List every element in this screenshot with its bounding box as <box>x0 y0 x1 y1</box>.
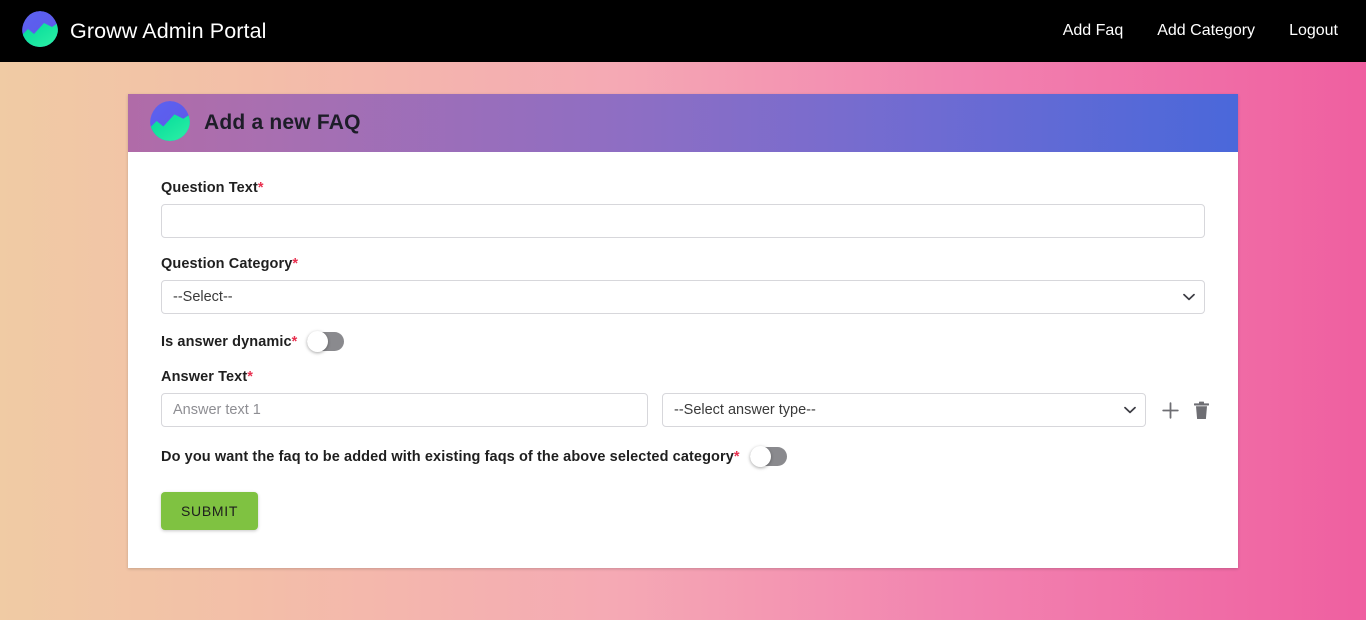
answer-text-label-text: Answer Text <box>161 369 248 385</box>
toggle-knob <box>749 446 771 467</box>
field-answer-text: Answer Text* <box>161 369 1205 385</box>
required-asterisk: * <box>291 333 298 350</box>
toggle-knob <box>307 331 329 352</box>
answer-text-label: Answer Text* <box>161 369 1205 385</box>
required-asterisk: * <box>247 369 253 385</box>
nav-link-add-category[interactable]: Add Category <box>1157 22 1255 40</box>
groww-logo-icon <box>150 100 190 146</box>
faq-form: Question Text* Question Category* --Sele… <box>128 152 1238 568</box>
answer-text-input[interactable] <box>161 393 648 427</box>
answer-type-cell: --Select answer type-- <box>662 393 1146 427</box>
add-with-existing-label: Do you want the faq to be added with exi… <box>161 449 740 465</box>
question-text-label: Question Text* <box>161 180 1205 196</box>
add-with-existing-toggle[interactable] <box>749 446 787 467</box>
plus-icon[interactable] <box>1155 395 1185 425</box>
field-question-category: Question Category* --Select-- <box>161 256 1205 314</box>
add-with-existing-label-text: Do you want the faq to be added with exi… <box>161 448 734 465</box>
answer-text-cell <box>161 393 648 427</box>
navbar-links: Add Faq Add Category Logout <box>1063 22 1338 40</box>
groww-logo-icon <box>22 10 58 52</box>
field-add-with-existing: Do you want the faq to be added with exi… <box>161 446 1205 467</box>
brand[interactable]: Groww Admin Portal <box>22 10 267 52</box>
top-navbar: Groww Admin Portal Add Faq Add Category … <box>0 0 1366 62</box>
field-is-answer-dynamic: Is answer dynamic* <box>161 331 1205 352</box>
page-body: Add a new FAQ Question Text* Question Ca… <box>0 62 1366 568</box>
required-asterisk: * <box>733 448 740 465</box>
submit-button[interactable]: SUBMIT <box>161 492 259 530</box>
is-answer-dynamic-label: Is answer dynamic* <box>161 334 297 350</box>
is-answer-dynamic-toggle[interactable] <box>307 331 345 352</box>
nav-link-logout[interactable]: Logout <box>1289 22 1338 40</box>
question-category-select-wrap: --Select-- <box>161 280 1205 314</box>
answer-type-select[interactable]: --Select answer type-- <box>662 393 1146 427</box>
trash-icon[interactable] <box>1186 395 1216 425</box>
card-header: Add a new FAQ <box>128 94 1238 152</box>
nav-link-add-faq[interactable]: Add Faq <box>1063 22 1123 40</box>
brand-title: Groww Admin Portal <box>70 18 267 43</box>
page-title: Add a new FAQ <box>204 111 361 134</box>
required-asterisk: * <box>292 256 299 272</box>
question-text-label-text: Question Text <box>161 180 258 196</box>
required-asterisk: * <box>257 180 264 196</box>
question-category-label: Question Category* <box>161 256 1205 272</box>
question-category-select[interactable]: --Select-- <box>161 280 1205 314</box>
answer-row: --Select answer type-- <box>161 393 1209 427</box>
field-question-text: Question Text* <box>161 180 1205 238</box>
add-faq-card: Add a new FAQ Question Text* Question Ca… <box>128 94 1238 568</box>
answer-type-select-wrap: --Select answer type-- <box>662 393 1146 427</box>
question-text-input[interactable] <box>161 204 1205 238</box>
is-answer-dynamic-label-text: Is answer dynamic <box>161 333 292 350</box>
question-category-label-text: Question Category <box>161 256 293 272</box>
